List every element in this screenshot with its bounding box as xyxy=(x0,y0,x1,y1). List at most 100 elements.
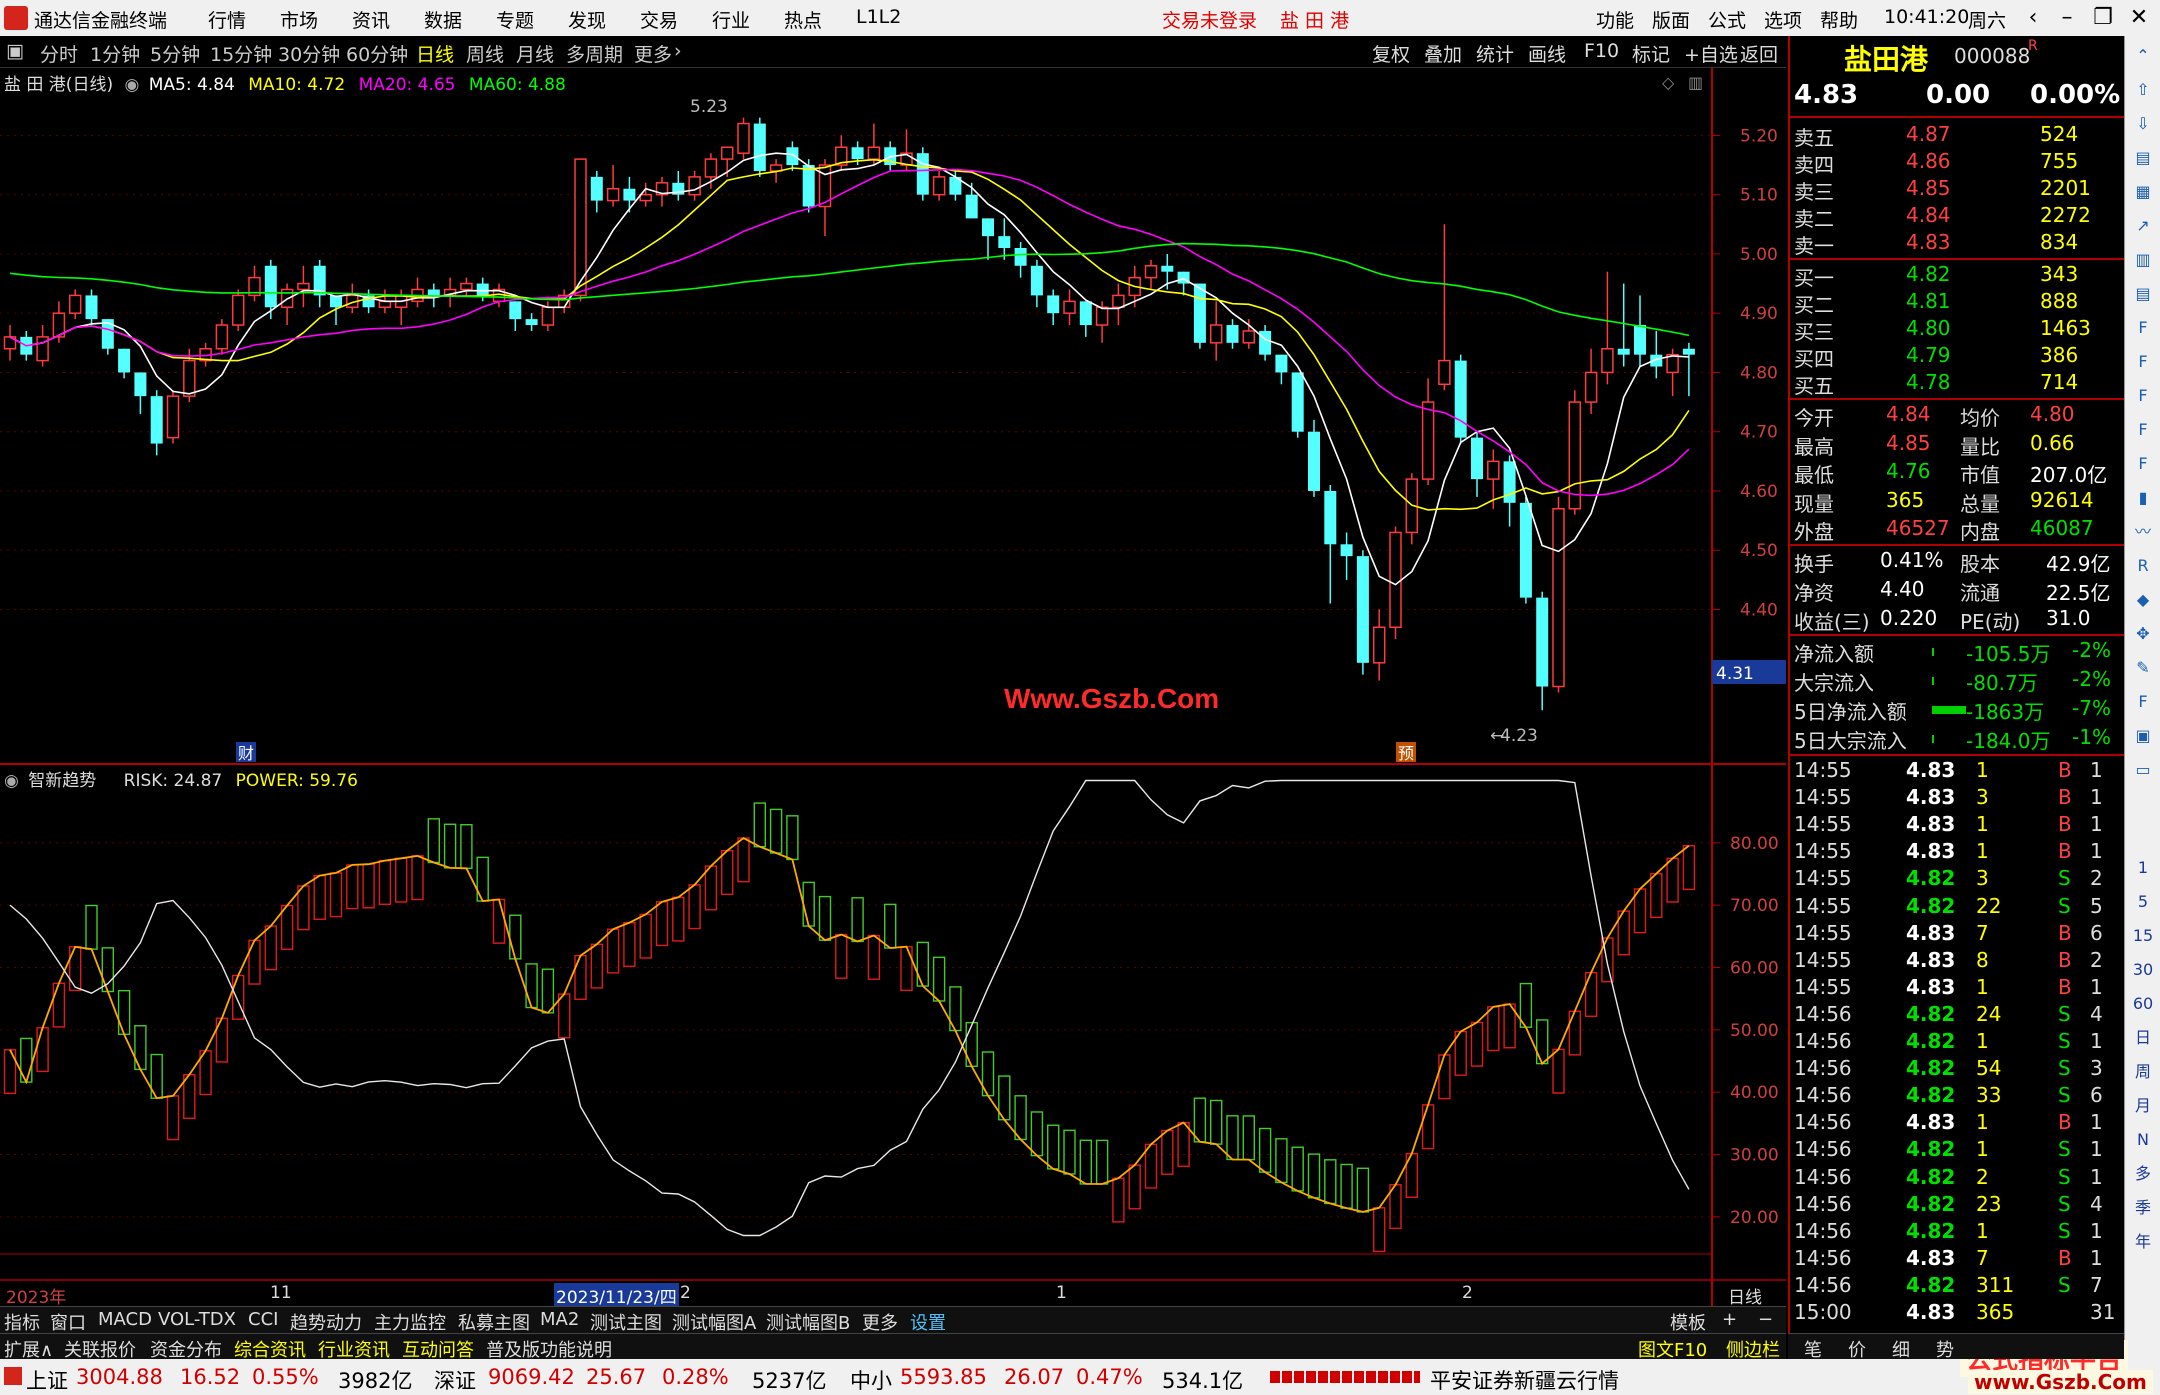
copy-icon[interactable]: ▣ xyxy=(2131,724,2155,748)
line-icon[interactable]: ↗ xyxy=(2131,214,2155,238)
btn-add-watchlist[interactable]: +自选 xyxy=(1684,40,1738,67)
period-daily[interactable]: 日线 xyxy=(416,40,454,67)
sh-label[interactable]: 上证 xyxy=(26,1365,68,1395)
panel-tab-2[interactable]: 细 xyxy=(1892,1336,1910,1362)
panel-tab-0[interactable]: 笔 xyxy=(1804,1336,1822,1362)
indicator-settings-icon[interactable]: ◉ xyxy=(124,75,139,95)
menu-item-shuju[interactable]: 数据 xyxy=(424,6,462,33)
panel-tab-3[interactable]: 势 xyxy=(1936,1336,1954,1362)
btn-tongji[interactable]: 统计 xyxy=(1476,40,1514,67)
zx-label[interactable]: 中小 xyxy=(850,1365,892,1395)
f1-icon[interactable]: F xyxy=(2131,350,2155,374)
period-1min[interactable]: 1分钟 xyxy=(90,40,140,67)
menu-item-jiaoyi[interactable]: 交易 xyxy=(640,6,678,33)
bid-row[interactable]: 买二 4.81 888 xyxy=(1790,289,2126,317)
flow-row[interactable]: 净流入额 -105.5万 -2% xyxy=(1790,638,2126,666)
diamond-icon[interactable]: ◇ xyxy=(1662,73,1675,92)
menu-item-shichang[interactable]: 市场 xyxy=(280,6,318,33)
stat-row[interactable]: 今开 4.84 均价 4.80 xyxy=(1790,402,2126,430)
sz-label[interactable]: 深证 xyxy=(434,1365,476,1395)
tick-row[interactable]: 14:55 4.83 1 B 1 xyxy=(1790,839,2126,866)
menu-item-bangzhu[interactable]: 帮助 xyxy=(1820,6,1858,33)
tick-row[interactable]: 14:56 4.82 2 S 1 xyxy=(1790,1165,2126,1192)
indicator-tab-1[interactable]: 窗口 xyxy=(50,1309,86,1335)
btn-diejia[interactable]: 叠加 xyxy=(1424,40,1462,67)
indicator-tab-4[interactable]: CCI xyxy=(248,1309,278,1330)
menu-item-zhuanti[interactable]: 专题 xyxy=(496,6,534,33)
bid-row[interactable]: 买三 4.80 1463 xyxy=(1790,316,2126,344)
stat-row[interactable]: 最高 4.85 量比 0.66 xyxy=(1790,431,2126,459)
ask-row[interactable]: 卖四 4.86 755 xyxy=(1790,149,2126,177)
sub-indicator-settings-icon[interactable]: ◉ xyxy=(4,771,19,791)
grid-icon[interactable]: ▦ xyxy=(2131,180,2155,204)
move-icon[interactable]: ✥ xyxy=(2131,622,2155,646)
period-30min[interactable]: 30分钟 xyxy=(278,40,340,67)
period-shortcut-7[interactable]: 月 xyxy=(2131,1094,2155,1118)
ask-row[interactable]: 卖三 4.85 2201 xyxy=(1790,176,2126,204)
period-shortcut-0[interactable]: 1 xyxy=(2131,856,2155,880)
f5-icon[interactable]: ▮ xyxy=(2131,486,2155,510)
btn-back[interactable]: 返回 xyxy=(1740,40,1778,67)
menu-item-faxian[interactable]: 发现 xyxy=(568,6,606,33)
minimize-icon[interactable]: – xyxy=(2050,2,2084,34)
indicator-tab-8[interactable]: MA2 xyxy=(540,1309,579,1330)
indicator-tab-7[interactable]: 私募主图 xyxy=(458,1309,530,1335)
template-button[interactable]: 模板 xyxy=(1670,1309,1706,1335)
period-shortcut-2[interactable]: 15 xyxy=(2131,924,2155,948)
tick-row[interactable]: 14:55 4.83 8 B 2 xyxy=(1790,948,2126,975)
rsi-icon[interactable]: R xyxy=(2131,554,2155,578)
tick-row[interactable]: 14:55 4.83 3 B 1 xyxy=(1790,785,2126,812)
down-icon[interactable]: ⇩ xyxy=(2131,112,2155,136)
period-shortcut-1[interactable]: 5 xyxy=(2131,890,2155,914)
stat2-row[interactable]: 换手 0.41% 股本 42.9亿 xyxy=(1790,548,2126,576)
tick-row[interactable]: 14:56 4.82 1 S 1 xyxy=(1790,1219,2126,1246)
tick-row[interactable]: 14:55 4.83 1 B 1 xyxy=(1790,758,2126,785)
btn-f10[interactable]: F10 xyxy=(1584,40,1619,62)
tick-row[interactable]: 14:55 4.83 1 B 1 xyxy=(1790,975,2126,1002)
menu-item-zixun[interactable]: 资讯 xyxy=(352,6,390,33)
flow-row[interactable]: 5日净流入额 -1863万 -7% xyxy=(1790,696,2126,724)
remove-window-button[interactable]: − xyxy=(1758,1309,1773,1330)
menu-item-xuanxiang[interactable]: 选项 xyxy=(1764,6,1802,33)
indicator-tab-9[interactable]: 测试主图 xyxy=(590,1309,662,1335)
up-arrow-icon[interactable]: ⌃ xyxy=(2131,44,2155,68)
f10-icon[interactable]: F xyxy=(2131,316,2155,340)
tick-row[interactable]: 14:56 4.82 311 S 7 xyxy=(1790,1273,2126,1300)
kline-chart-area[interactable]: 5.20 5.10 5.00 4.90 4.80 4.70 4.60 4.50 4.40 80.… xyxy=(0,68,1786,1306)
ask-row[interactable]: 卖二 4.84 2272 xyxy=(1790,203,2126,231)
stat-row[interactable]: 外盘 46527 内盘 46087 xyxy=(1790,516,2126,544)
period-15min[interactable]: 15分钟 xyxy=(210,40,272,67)
menu-item-l1l2[interactable]: L1L2 xyxy=(856,6,901,28)
indicator-tab-12[interactable]: 更多 xyxy=(862,1309,898,1335)
tick-row[interactable]: 14:56 4.82 54 S 3 xyxy=(1790,1056,2126,1083)
period-shortcut-6[interactable]: 周 xyxy=(2131,1060,2155,1084)
tick-row[interactable]: 14:56 4.82 33 S 6 xyxy=(1790,1083,2126,1110)
indicator-tab-10[interactable]: 测试幅图A xyxy=(672,1309,756,1335)
period-shortcut-3[interactable]: 30 xyxy=(2131,958,2155,982)
btn-huaxian[interactable]: 画线 xyxy=(1528,40,1566,67)
tick-row[interactable]: 14:56 4.82 1 S 1 xyxy=(1790,1137,2126,1164)
f3-icon[interactable]: F xyxy=(2131,384,2155,408)
tick-row[interactable]: 14:55 4.82 22 S 5 xyxy=(1790,894,2126,921)
up-icon[interactable]: ⇧ xyxy=(2131,78,2155,102)
ask-row[interactable]: 卖五 4.87 524 xyxy=(1790,122,2126,150)
btn-fuquan[interactable]: 复权 xyxy=(1372,40,1410,67)
back-icon[interactable]: ‹ xyxy=(2016,2,2050,34)
layout-icon[interactable]: ▭ xyxy=(2131,758,2155,782)
fs-icon[interactable]: F xyxy=(2131,690,2155,714)
close-icon[interactable]: ✕ xyxy=(2122,2,2156,34)
indicator-tab-0[interactable]: 指标 xyxy=(4,1309,40,1335)
login-status[interactable]: 交易未登录 xyxy=(1162,6,1257,33)
btn-biaoji[interactable]: 标记 xyxy=(1632,40,1670,67)
bid-row[interactable]: 买四 4.79 386 xyxy=(1790,343,2126,371)
menu-item-hangqing[interactable]: 行情 xyxy=(208,6,246,33)
f4-icon[interactable]: F xyxy=(2131,452,2155,476)
bid-row[interactable]: 买五 4.78 714 xyxy=(1790,370,2126,398)
flow-row[interactable]: 大宗流入 -80.7万 -2% xyxy=(1790,667,2126,695)
stat-row[interactable]: 最低 4.76 市值 207.0亿 xyxy=(1790,459,2126,487)
period-shortcut-9[interactable]: 多 xyxy=(2131,1162,2155,1186)
indicator-tab-13[interactable]: 设置 xyxy=(910,1309,946,1335)
f2-icon[interactable]: F xyxy=(2131,418,2155,442)
indicator-tab-2[interactable]: MACD xyxy=(98,1309,152,1330)
indicator-tab-6[interactable]: 主力监控 xyxy=(374,1309,446,1335)
